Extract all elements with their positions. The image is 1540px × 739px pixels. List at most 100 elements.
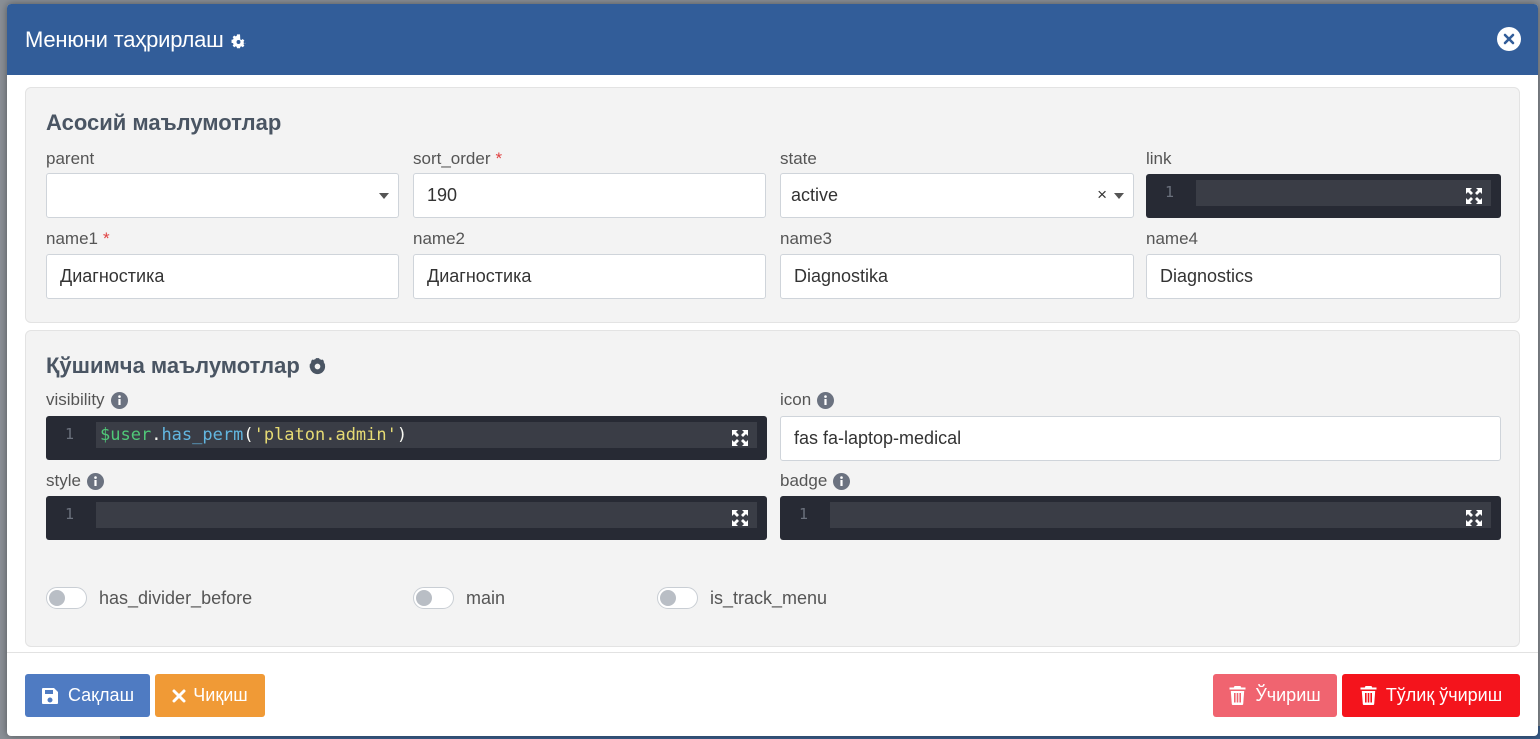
line-number: 1: [798, 505, 808, 523]
chevron-down-icon[interactable]: [1114, 193, 1124, 199]
name4-label: name4: [1146, 229, 1198, 249]
main-switch[interactable]: [413, 587, 454, 609]
expand-icon[interactable]: [731, 429, 749, 447]
modal-title: Менюни таҳрирлаш: [25, 26, 224, 52]
icon-input[interactable]: fas fa-laptop-medical: [780, 416, 1501, 461]
line-number: 1: [1164, 183, 1174, 201]
line-number: 1: [64, 505, 74, 523]
toggle-is-track-menu: is_track_menu: [657, 587, 827, 609]
trash-icon: [1229, 686, 1246, 705]
name1-label-text: name1: [46, 229, 98, 248]
gear-icon[interactable]: [230, 33, 247, 50]
full-delete-button-label: Тўлиқ ўчириш: [1385, 685, 1503, 705]
state-label-text: state: [780, 149, 817, 168]
state-label: state: [780, 149, 817, 169]
is-track-menu-label: is_track_menu: [710, 587, 828, 608]
required-marker: *: [102, 229, 110, 248]
name4-value: Diagnostics: [1160, 266, 1254, 286]
name4-input[interactable]: Diagnostics: [1146, 254, 1501, 299]
state-select[interactable]: active ×: [780, 173, 1134, 218]
style-code-editor[interactable]: 1: [46, 496, 767, 540]
style-label-text: style: [46, 471, 81, 490]
delete-button[interactable]: Ўчириш: [1213, 674, 1337, 717]
link-label-text: link: [1146, 149, 1172, 168]
expand-icon[interactable]: [731, 509, 749, 527]
main-info-panel: Асосий маълумотлар parent sort_order * 1…: [25, 87, 1520, 323]
exit-button-label: Чиқиш: [193, 685, 248, 705]
line-number: 1: [64, 425, 74, 443]
icon-label-text: icon: [780, 390, 812, 409]
toggle-main: main: [413, 587, 505, 609]
name3-value: Diagnostika: [794, 266, 889, 286]
expand-icon[interactable]: [1465, 187, 1483, 205]
required-marker: *: [495, 149, 503, 168]
code-token-paren-close: ): [396, 425, 408, 445]
info-icon[interactable]: [110, 391, 128, 409]
has-divider-before-label: has_divider_before: [99, 587, 253, 608]
name2-input[interactable]: Диагностика: [413, 254, 766, 299]
extra-panel-title-text: Қўшимча маълумотлар: [46, 353, 300, 378]
state-value: active: [791, 185, 839, 205]
code-token-dot: .: [151, 425, 162, 445]
delete-button-label: Ўчириш: [1255, 685, 1321, 705]
toggle-knob: [660, 590, 676, 606]
icon-label: icon: [780, 390, 835, 410]
modal-header: Менюни таҳрирлаш: [7, 4, 1538, 75]
chevron-down-icon[interactable]: [379, 193, 389, 199]
visibility-label-text: visibility: [46, 390, 105, 409]
code-token-variable: $user: [100, 425, 152, 445]
sort-order-input[interactable]: 190: [413, 173, 766, 218]
parent-select[interactable]: [46, 173, 399, 218]
is-track-menu-switch[interactable]: [657, 587, 698, 609]
badge-code-editor[interactable]: 1: [780, 496, 1501, 540]
toggle-has-divider-before: has_divider_before: [46, 587, 252, 609]
link-code-line[interactable]: [1196, 180, 1491, 206]
save-button-label: Сақлаш: [67, 685, 135, 705]
name1-value: Диагностика: [60, 266, 165, 286]
info-icon[interactable]: [833, 472, 851, 490]
badge-code-line[interactable]: [830, 502, 1491, 528]
name2-label: name2: [413, 229, 465, 249]
main-panel-title: Асосий маълумотлар: [46, 110, 281, 136]
edit-menu-modal: Менюни таҳрирлаш Асосий маълумотлар pare…: [7, 4, 1538, 736]
link-code-editor[interactable]: 1: [1146, 174, 1501, 218]
modal-body: Асосий маълумотлар parent sort_order * 1…: [7, 75, 1538, 652]
parent-label: parent: [46, 149, 94, 169]
clear-icon[interactable]: ×: [1097, 185, 1107, 205]
sort-order-value: 190: [427, 185, 458, 205]
close-icon: [172, 689, 186, 703]
main-label: main: [466, 587, 506, 608]
visibility-code-editor[interactable]: 1 $user.has_perm('platon.admin'): [46, 416, 767, 460]
extra-panel-title: Қўшимча маълумотлар: [46, 353, 327, 379]
code-token-function: has_perm: [161, 425, 244, 445]
style-label: style: [46, 471, 104, 491]
toggle-knob: [416, 590, 432, 606]
parent-label-text: parent: [46, 149, 95, 168]
badge-label-text: badge: [780, 471, 828, 490]
gear-icon[interactable]: [308, 357, 327, 376]
info-icon[interactable]: [817, 391, 835, 409]
icon-value: fas fa-laptop-medical: [794, 428, 962, 448]
main-panel-title-text: Асосий маълумотлар: [46, 110, 282, 135]
visibility-label: visibility: [46, 390, 128, 410]
expand-icon[interactable]: [1465, 509, 1483, 527]
full-delete-button[interactable]: Тўлиқ ўчириш: [1342, 674, 1520, 717]
has-divider-before-switch[interactable]: [46, 587, 87, 609]
name4-label-text: name4: [1146, 229, 1198, 248]
save-button[interactable]: Сақлаш: [25, 674, 150, 717]
name2-value: Диагностика: [427, 266, 532, 286]
sort-order-label-text: sort_order: [413, 149, 491, 168]
name1-input[interactable]: Диагностика: [46, 254, 399, 299]
link-label: link: [1146, 149, 1172, 169]
name1-label: name1 *: [46, 229, 110, 249]
exit-button[interactable]: Чиқиш: [155, 674, 265, 717]
close-button[interactable]: [1497, 27, 1521, 51]
style-code-line[interactable]: [96, 502, 757, 528]
name2-label-text: name2: [413, 229, 465, 248]
modal-footer: Сақлаш Чиқиш Ўчириш Тўлиқ ўчириш: [7, 652, 1538, 736]
name3-input[interactable]: Diagnostika: [780, 254, 1134, 299]
trash-icon: [1360, 686, 1377, 705]
info-icon[interactable]: [86, 472, 104, 490]
visibility-code-line[interactable]: $user.has_perm('platon.admin'): [96, 422, 757, 448]
name3-label: name3: [780, 229, 832, 249]
